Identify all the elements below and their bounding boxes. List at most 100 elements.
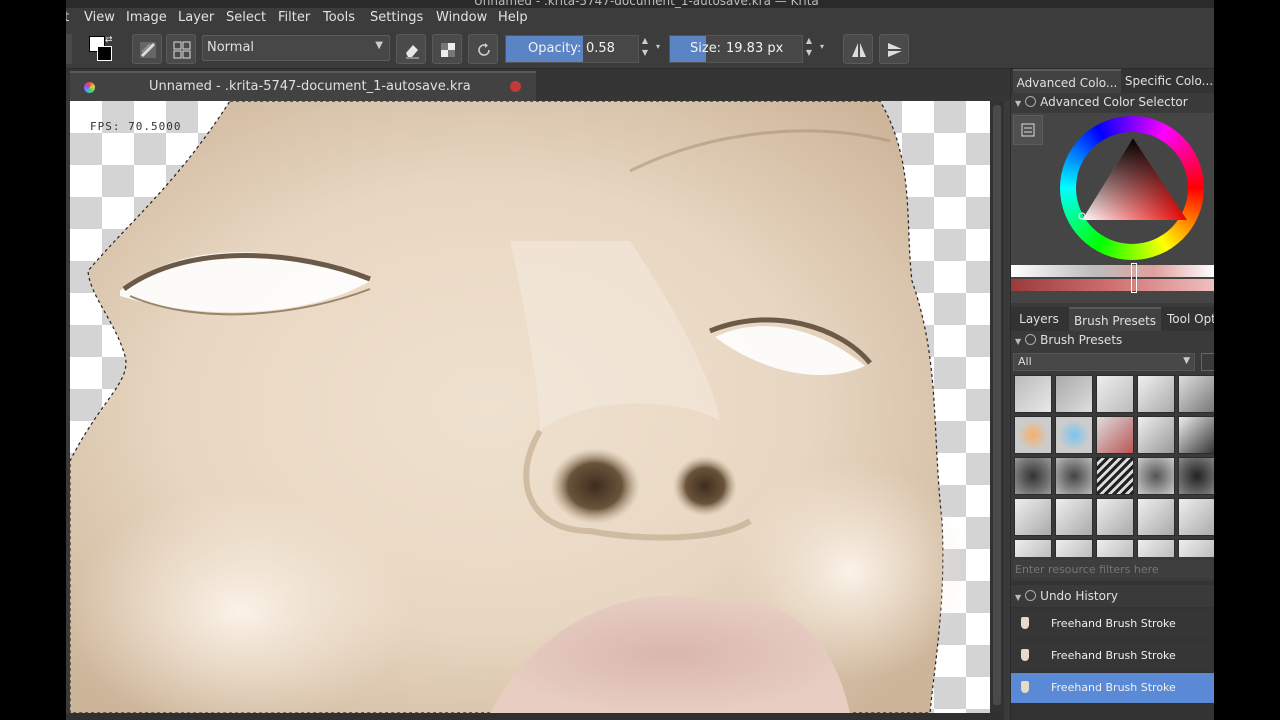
pattern-icon	[173, 41, 191, 59]
canvas[interactable]: FPS: 70.5000	[70, 101, 990, 713]
brush-toolbar: ⇄ Normal ▼ Opacity: 0.58 ▲ ▼ ▾ Size: 19.…	[66, 30, 1214, 69]
brush-preset-pen[interactable]	[1137, 416, 1175, 454]
brush-preset-smudge[interactable]	[1178, 375, 1214, 413]
swap-colors-icon[interactable]: ⇄	[105, 35, 113, 45]
brush-preset-liner-2[interactable]	[1055, 498, 1093, 536]
menu-item-settings[interactable]: Settings	[370, 10, 423, 25]
menu-item-image[interactable]: Image	[126, 10, 167, 25]
tab-brush-presets[interactable]: Brush Presets	[1069, 307, 1161, 331]
menu-item-tools[interactable]: Tools	[323, 10, 355, 25]
size-spinner[interactable]: ▲ ▼	[803, 35, 815, 63]
canvas-vertical-scrollbar[interactable]	[990, 101, 1004, 713]
pattern-button[interactable]	[166, 34, 196, 64]
opacity-menu-arrow[interactable]: ▾	[652, 41, 664, 55]
opacity-slider[interactable]: Opacity: 0.58	[505, 35, 639, 63]
mirror-vertical-button[interactable]	[879, 34, 909, 64]
size-slider[interactable]: Size: 19.83 px	[669, 35, 803, 63]
document-tab[interactable]: Unnamed - .krita-5747-document_1-autosav…	[70, 71, 536, 101]
brush-preset-text-4[interactable]	[1137, 539, 1175, 557]
opacity-value: 0.58	[586, 41, 615, 56]
brush-preset-airbrush[interactable]	[1055, 375, 1093, 413]
color-strip-cursor[interactable]	[1131, 263, 1137, 293]
eraser-mode-button[interactable]	[396, 34, 426, 64]
preset-tag-select[interactable]: All ▼	[1013, 353, 1195, 371]
float-docker-icon[interactable]	[1025, 334, 1037, 345]
preset-tag-button[interactable]	[1201, 353, 1214, 371]
brush-preset-liner-5[interactable]	[1178, 498, 1214, 536]
collapse-icon[interactable]: ▼	[1015, 99, 1021, 108]
undo-item[interactable]: Freehand Brush Stroke	[1011, 609, 1214, 639]
brush-preset-texture-2[interactable]	[1055, 457, 1093, 495]
brush-preset-bristle[interactable]	[1178, 457, 1214, 495]
menu-item-window[interactable]: Window	[436, 10, 487, 25]
undo-history-title: ▼ Undo History	[1015, 589, 1118, 603]
menu-bar: t View Image Layer Select Filter Tools S…	[66, 8, 1214, 30]
undo-history-label: Undo History	[1040, 589, 1119, 603]
reload-preset-button[interactable]	[468, 34, 498, 64]
mirror-vertical-icon	[888, 43, 902, 57]
menu-item-filter[interactable]: Filter	[278, 10, 310, 25]
brush-preset-text-3[interactable]	[1096, 539, 1134, 557]
tab-layers[interactable]: Layers	[1013, 307, 1065, 331]
brush-preset-ink[interactable]	[1137, 375, 1175, 413]
menu-item-view[interactable]: View	[84, 10, 115, 25]
undo-item[interactable]: Freehand Brush Stroke	[1011, 641, 1214, 671]
preset-tag-value: All	[1018, 355, 1032, 368]
preserve-alpha-button[interactable]	[432, 34, 462, 64]
menu-list-icon	[1021, 123, 1035, 137]
blend-mode-select[interactable]: Normal ▼	[202, 35, 390, 61]
collapse-icon[interactable]: ▼	[1015, 593, 1021, 602]
mirror-horizontal-button[interactable]	[843, 34, 873, 64]
brush-preset-fire[interactable]	[1014, 416, 1052, 454]
scrollbar-thumb[interactable]	[993, 105, 1001, 705]
brush-preset-pencil-red[interactable]	[1096, 416, 1134, 454]
brush-preset-eraser[interactable]	[1014, 375, 1052, 413]
brush-preset-liner-4[interactable]	[1137, 498, 1175, 536]
background-color[interactable]	[97, 46, 112, 61]
reload-icon	[478, 43, 490, 56]
brush-preset-water[interactable]	[1055, 416, 1093, 454]
brush-preset-liner-1[interactable]	[1014, 498, 1052, 536]
brush-preset-texture-3[interactable]	[1137, 457, 1175, 495]
chevron-down-icon: ▼	[375, 40, 383, 51]
undo-item-label: Freehand Brush Stroke	[1051, 617, 1176, 630]
color-pattern-strip-1[interactable]	[1011, 265, 1214, 277]
brush-preset-text-5[interactable]	[1178, 539, 1214, 557]
brush-preset-liner-3[interactable]	[1096, 498, 1134, 536]
title-bar: Unnamed - .krita-5747-document_1-autosav…	[66, 0, 1214, 8]
menu-item-help[interactable]: Help	[498, 10, 528, 25]
brush-preset-hatch[interactable]	[1096, 457, 1134, 495]
krita-window: Unnamed - .krita-5747-document_1-autosav…	[66, 0, 1214, 720]
brush-preset-text-2[interactable]	[1055, 539, 1093, 557]
brush-preset-pixel[interactable]	[1178, 416, 1214, 454]
canvas-horizontal-scrollbar[interactable]	[66, 713, 1004, 720]
tab-specific-color[interactable]: Specific Colo...	[1123, 69, 1214, 93]
brush-preset-texture-1[interactable]	[1014, 457, 1052, 495]
float-docker-icon[interactable]	[1025, 96, 1037, 107]
opacity-spinner[interactable]: ▲ ▼	[639, 35, 651, 63]
brush-preset-icon	[140, 42, 156, 58]
size-menu-arrow[interactable]: ▾	[816, 41, 828, 55]
window-title: Unnamed - .krita-5747-document_1-autosav…	[474, 0, 819, 8]
saturation-value-triangle[interactable]	[1060, 116, 1204, 260]
tab-advanced-color[interactable]: Advanced Colo...	[1013, 69, 1121, 93]
brush-preset-marker[interactable]	[1096, 375, 1134, 413]
chevron-down-icon: ▼	[1183, 356, 1190, 366]
resource-filter-input[interactable]	[1013, 560, 1213, 578]
brush-preset-button[interactable]	[132, 34, 162, 64]
collapse-icon[interactable]: ▼	[1015, 337, 1021, 346]
toolbar-handle[interactable]	[66, 34, 72, 64]
menu-item-settings-partial[interactable]: t	[66, 10, 69, 25]
color-pattern-strip-2[interactable]	[1011, 279, 1214, 291]
docker-splitter[interactable]	[1011, 581, 1214, 585]
float-docker-icon[interactable]	[1025, 590, 1037, 601]
close-tab-icon[interactable]	[510, 81, 521, 92]
color-settings-button[interactable]	[1013, 115, 1043, 145]
mid-docker-tabs: Layers Brush Presets Tool Optio	[1011, 307, 1214, 331]
menu-item-layer[interactable]: Layer	[178, 10, 214, 25]
menu-item-select[interactable]: Select	[226, 10, 266, 25]
tab-tool-options[interactable]: Tool Optio	[1167, 307, 1214, 331]
undo-item-selected[interactable]: Freehand Brush Stroke	[1011, 673, 1214, 703]
brush-preset-text-1[interactable]	[1014, 539, 1052, 557]
fg-bg-color-swatch[interactable]: ⇄	[86, 34, 118, 64]
